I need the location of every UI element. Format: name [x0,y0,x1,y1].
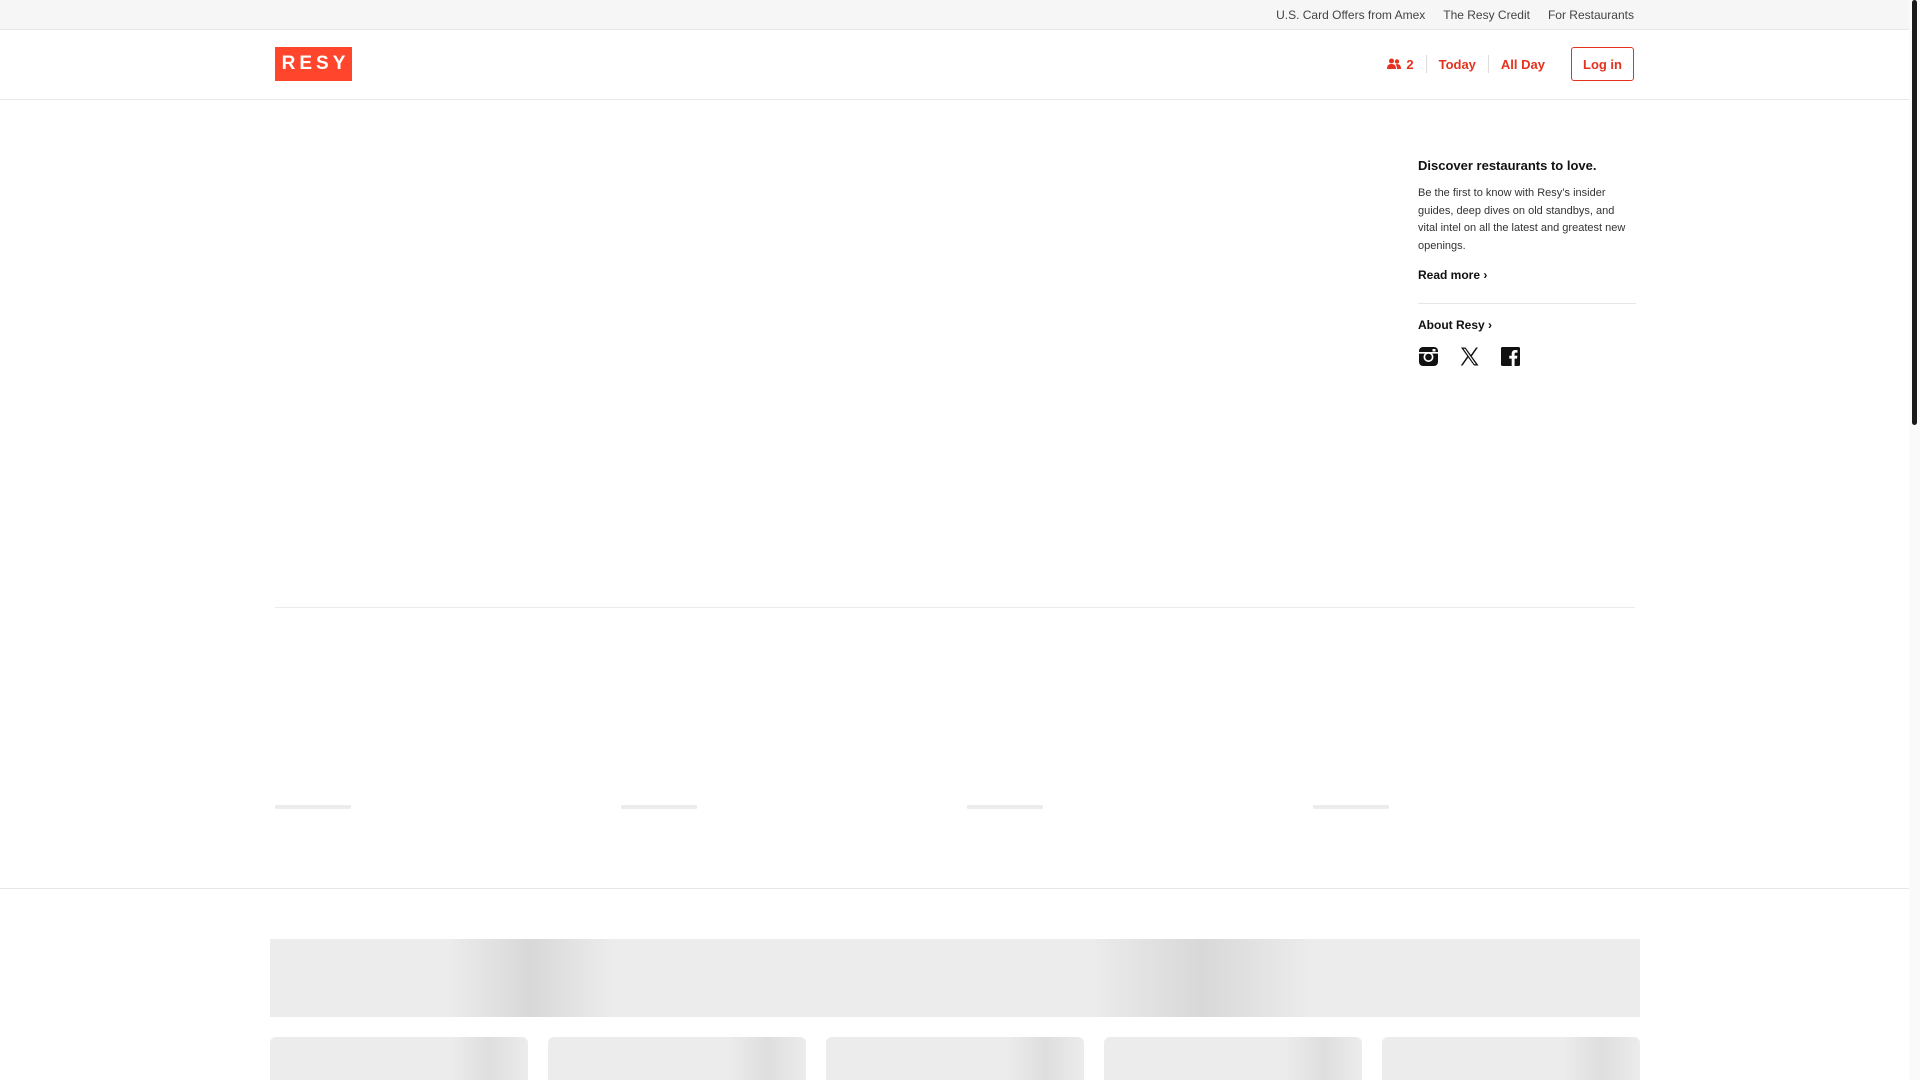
loading-placeholder-line [1313,805,1389,809]
loading-placeholder-card [826,1037,1084,1080]
date-label: Today [1438,56,1476,72]
time-selector[interactable]: All Day [1487,55,1557,73]
loading-placeholder-line [275,805,351,809]
about-resy-link[interactable]: About Resy › [1418,318,1636,332]
discover-promo: Discover restaurants to love. Be the fir… [1418,158,1636,367]
full-width-divider [0,888,1909,889]
loading-placeholder-line [967,805,1043,809]
guests-icon [1387,58,1402,69]
search-controls: 2 Today All Day Log in [1375,47,1634,81]
read-more-link[interactable]: Read more › [1418,268,1636,282]
loading-placeholder-card [270,1037,528,1080]
section-divider [275,607,1635,608]
guest-selector[interactable]: 2 [1375,55,1425,73]
utility-links: U.S. Card Offers from Amex The Resy Cred… [1276,0,1634,29]
loading-placeholder-card [1382,1037,1640,1080]
utility-bar: U.S. Card Offers from Amex The Resy Cred… [0,0,1909,30]
promo-body: Be the first to know with Resy’s insider… [1418,187,1626,252]
facebook-icon[interactable] [1500,346,1521,367]
loading-placeholder-line [621,805,697,809]
resy-credit-link[interactable]: The Resy Credit [1443,8,1530,22]
loading-placeholder-card [548,1037,806,1080]
time-label: All Day [1500,56,1545,72]
amex-offers-link[interactable]: U.S. Card Offers from Amex [1276,8,1425,22]
scrollbar-thumb[interactable] [1912,0,1917,425]
for-restaurants-link[interactable]: For Restaurants [1548,8,1634,22]
date-selector[interactable]: Today [1425,55,1488,73]
guest-count: 2 [1406,56,1414,72]
x-icon[interactable] [1459,346,1480,367]
resy-logo[interactable]: RESY [275,47,352,81]
vertical-scrollbar[interactable] [1909,0,1920,1080]
instagram-icon[interactable] [1418,346,1439,367]
promo-title: Discover restaurants to love. [1418,158,1597,173]
promo-divider [1418,303,1636,304]
site-header: RESY 2 Today All Day Log in [0,30,1909,100]
social-links [1418,346,1636,367]
login-button[interactable]: Log in [1571,47,1634,81]
page: U.S. Card Offers from Amex The Resy Cred… [0,0,1920,1080]
loading-placeholder-card [1104,1037,1362,1080]
loading-placeholder-banner [270,939,1640,1017]
